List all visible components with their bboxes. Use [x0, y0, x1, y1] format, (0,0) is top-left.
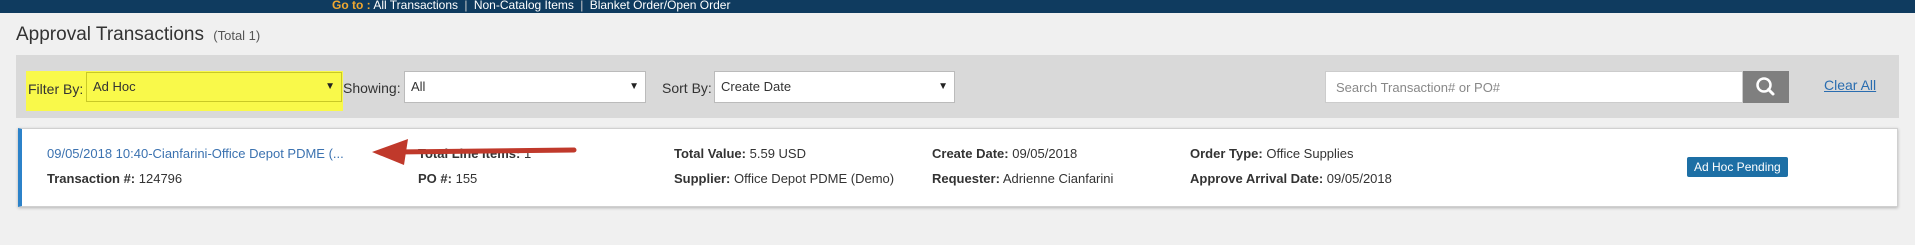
red-arrow-icon	[372, 139, 577, 165]
